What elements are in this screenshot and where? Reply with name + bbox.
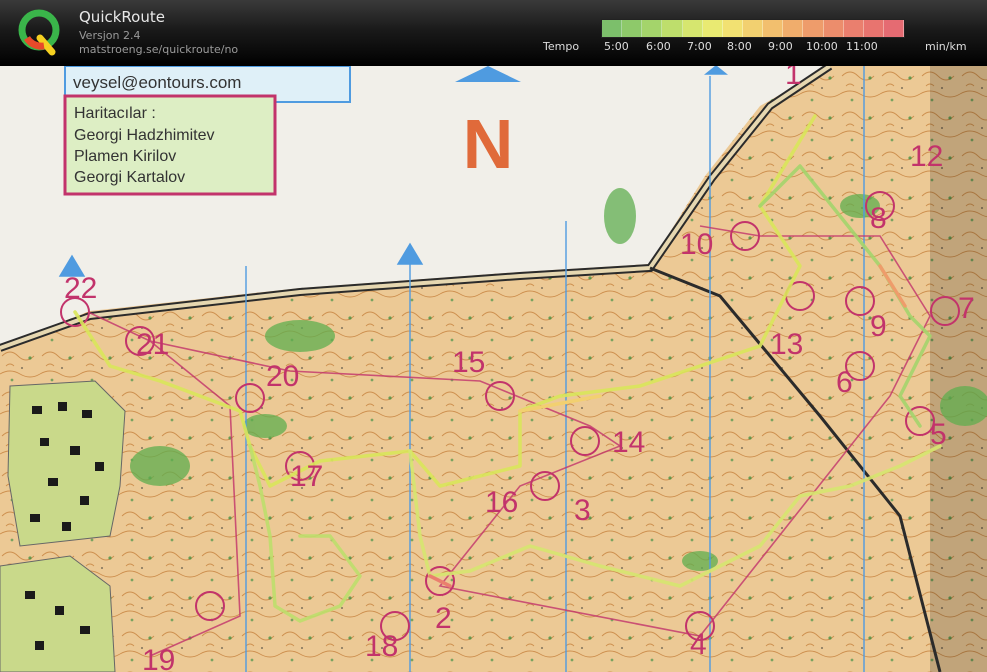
control-number: 19 xyxy=(142,644,175,672)
app-title: QuickRoute xyxy=(79,8,165,26)
control-number: 3 xyxy=(574,494,591,527)
credits-title: Haritacılar : xyxy=(74,105,156,122)
tempo-tick: 6:00 xyxy=(646,40,671,53)
email-text: veysel@eontours.com xyxy=(73,73,241,92)
control-number: 17 xyxy=(290,460,323,493)
tempo-tick: 9:00 xyxy=(768,40,793,53)
control-number: 5 xyxy=(930,418,947,451)
tempo-label: Tempo xyxy=(543,40,580,53)
tempo-color-cell xyxy=(642,20,663,37)
credit-name: Georgi Kartalov xyxy=(74,169,185,186)
control-number: 20 xyxy=(266,360,299,393)
tempo-color-cell xyxy=(702,20,723,37)
control-number: 10 xyxy=(680,228,713,261)
quickroute-logo-icon xyxy=(18,9,60,56)
map-canvas[interactable]: N veysel@eontours.com Haritacılar : Geor… xyxy=(0,66,987,672)
control-number: 15 xyxy=(452,346,485,379)
tempo-color-scale xyxy=(601,19,905,38)
app-url[interactable]: matstroeng.se/quickroute/no xyxy=(79,43,238,56)
control-number: 13 xyxy=(770,328,803,361)
tempo-tick: 7:00 xyxy=(687,40,712,53)
tempo-color-cell xyxy=(602,20,623,37)
tempo-color-cell xyxy=(843,20,864,37)
control-number: 12 xyxy=(910,140,943,173)
control-number: 18 xyxy=(365,630,398,663)
orienteering-map[interactable]: N veysel@eontours.com Haritacılar : Geor… xyxy=(0,66,987,672)
control-number: 22 xyxy=(64,272,97,305)
control-number: 8 xyxy=(870,202,887,235)
credit-name: Plamen Kirilov xyxy=(74,148,176,165)
tempo-color-cell xyxy=(722,20,743,37)
tempo-color-cell xyxy=(823,20,844,37)
north-label: N xyxy=(463,105,514,183)
tempo-unit: min/km xyxy=(925,40,967,53)
tempo-tick: 8:00 xyxy=(727,40,752,53)
tempo-color-cell xyxy=(803,20,824,37)
credit-name: Georgi Hadzhimitev xyxy=(74,127,215,144)
control-number: 7 xyxy=(958,292,975,325)
tempo-tick: 10:00 xyxy=(806,40,838,53)
tempo-tick: 11:00 xyxy=(846,40,878,53)
settlement-area xyxy=(0,380,126,672)
control-number: 1 xyxy=(785,66,802,91)
control-number: 21 xyxy=(136,328,169,361)
tempo-color-cell xyxy=(763,20,784,37)
tempo-color-cell xyxy=(883,20,905,37)
control-number: 16 xyxy=(485,486,518,519)
app-version: Versjon 2.4 xyxy=(79,29,141,42)
tempo-color-cell xyxy=(682,20,703,37)
control-number: 14 xyxy=(612,426,645,459)
control-number: 2 xyxy=(435,602,452,635)
tempo-color-cell xyxy=(622,20,643,37)
app-header: QuickRoute Versjon 2.4 matstroeng.se/qui… xyxy=(0,0,987,66)
tempo-color-cell xyxy=(783,20,804,37)
tempo-color-cell xyxy=(863,20,884,37)
tempo-color-cell xyxy=(662,20,683,37)
tempo-color-cell xyxy=(742,20,764,37)
control-number: 6 xyxy=(836,366,853,399)
control-number: 4 xyxy=(690,628,707,661)
tempo-tick: 5:00 xyxy=(604,40,629,53)
control-number: 9 xyxy=(870,310,887,343)
